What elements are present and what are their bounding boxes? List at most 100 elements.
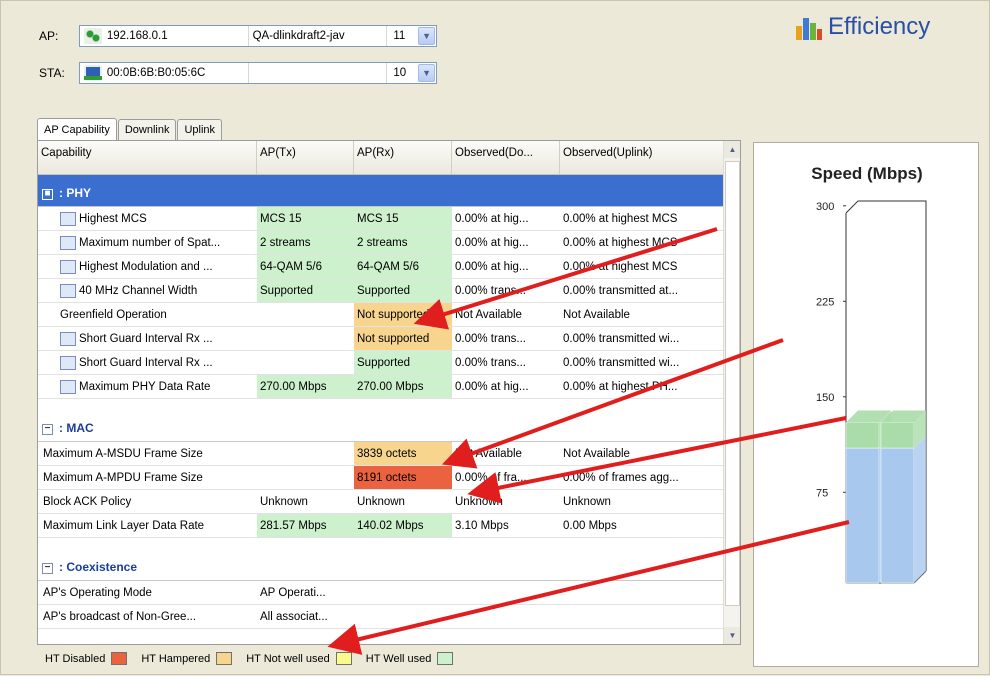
ap-rx-cell: 270.00 Mbps <box>354 375 452 398</box>
table-row[interactable]: Maximum PHY Data Rate 270.00 Mbps 270.00… <box>38 375 724 399</box>
table-row[interactable]: Block ACK Policy Unknown Unknown Unknown… <box>38 490 724 514</box>
collapse-icon[interactable]: ■ <box>42 189 53 200</box>
capability-name: Greenfield Operation <box>60 308 167 321</box>
table-row[interactable]: AP's broadcast of Non-Gree... All associ… <box>38 605 724 629</box>
table-row[interactable]: Maximum Link Layer Data Rate 281.57 Mbps… <box>38 514 724 538</box>
observed-up-cell: 0.00% transmitted wi... <box>563 332 680 345</box>
capability-name: Maximum PHY Data Rate <box>79 380 211 393</box>
y-tick-label: 75 <box>816 487 828 499</box>
ap-tx-cell: MCS 15 <box>257 207 354 230</box>
table-row[interactable]: 40 MHz Channel Width Supported Supported… <box>38 279 724 303</box>
observed-up-cell: 0.00% at highest MCS <box>563 260 678 273</box>
tab-uplink[interactable]: Uplink <box>177 119 223 140</box>
ap-rx-cell: Supported <box>354 351 452 374</box>
col-observed-up[interactable]: Observed(Uplink) <box>560 141 724 174</box>
observed-down-cell <box>452 581 560 604</box>
ap-tx-cell <box>257 303 354 326</box>
ap-combo[interactable]: 192.168.0.1 QA-dlinkdraft2-jav 11 ▼ <box>79 25 437 47</box>
observed-up-cell <box>560 581 724 604</box>
table-row[interactable]: Highest MCS MCS 15 MCS 15 0.00% at hig..… <box>38 207 724 231</box>
capability-cell: Highest MCS <box>38 207 257 230</box>
legend-label: HT Hampered <box>141 652 211 665</box>
observed-down-cell: 0.00% at hig... <box>455 212 529 225</box>
vertical-scrollbar[interactable]: ▲ ▼ <box>723 141 740 644</box>
ap-tx-cell: AP Operati... <box>260 586 326 599</box>
ap-tx-cell <box>257 466 354 489</box>
y-tick-label: 225 <box>816 296 834 308</box>
collapse-icon[interactable]: − <box>42 563 53 574</box>
capability-name: Maximum A-MSDU Frame Size <box>43 447 203 460</box>
ap-rx-cell: 8191 octets <box>354 466 452 489</box>
table-row[interactable]: Maximum A-MPDU Frame Size 8191 octets 0.… <box>38 466 724 490</box>
table-row[interactable]: Short Guard Interval Rx ... Not supporte… <box>38 327 724 351</box>
table-row[interactable]: Highest Modulation and ... 64-QAM 5/6 64… <box>38 255 724 279</box>
legend-item: HT Hampered <box>141 652 233 665</box>
observed-up-cell: 0.00% at highest MCS <box>563 212 678 225</box>
ap-rx-cell <box>354 581 452 604</box>
collapse-icon[interactable]: − <box>42 424 53 435</box>
table-row[interactable]: Short Guard Interval Rx ... Supported 0.… <box>38 351 724 375</box>
capability-cell: Greenfield Operation <box>38 303 257 326</box>
ap-rx-cell: 2 streams <box>354 231 452 254</box>
table-row[interactable]: Greenfield Operation Not supported Not A… <box>38 303 724 327</box>
bar-segment <box>880 422 915 449</box>
table-row[interactable]: Maximum number of Spat... 2 streams 2 st… <box>38 231 724 255</box>
bar-segment <box>880 447 915 584</box>
tab-downlink[interactable]: Downlink <box>117 119 177 140</box>
legend-label: HT Not well used <box>246 652 330 665</box>
capability-cell: Maximum Link Layer Data Rate <box>38 514 257 537</box>
sta-label: STA: <box>39 66 65 80</box>
observed-up-cell: 0.00% transmitted wi... <box>563 356 680 369</box>
section-coex[interactable]: − : Coexistence <box>38 548 724 581</box>
section-title: : MAC <box>59 421 94 435</box>
observed-down-cell: 0.00% of fra... <box>455 471 527 484</box>
capability-name: Short Guard Interval Rx ... <box>79 332 213 345</box>
section-title: : Coexistence <box>59 560 138 574</box>
chart-icon <box>60 211 76 226</box>
capability-table: Capability AP(Tx) AP(Rx) Observed(Do... … <box>37 140 741 645</box>
bar-segment <box>845 422 880 449</box>
capability-cell: Short Guard Interval Rx ... <box>38 351 257 374</box>
ap-tx-cell: All associat... <box>260 610 328 623</box>
observed-down-cell: 0.00% trans... <box>455 356 526 369</box>
bar-chart-icon <box>796 14 822 40</box>
chevron-down-icon[interactable]: ▼ <box>418 27 435 45</box>
capability-cell: AP's broadcast of Non-Gree... <box>38 605 257 628</box>
section-phy[interactable]: ■ : PHY <box>38 175 724 207</box>
chart-icon <box>60 235 76 250</box>
chevron-down-icon[interactable]: ▼ <box>418 64 435 82</box>
capability-cell: Highest Modulation and ... <box>38 255 257 278</box>
tab-bar: AP Capability Downlink Uplink <box>37 118 223 140</box>
capability-name: Maximum A-MPDU Frame Size <box>43 471 203 484</box>
computer-icon <box>84 65 102 81</box>
observed-down-cell: Not Available <box>455 447 522 460</box>
table-row[interactable]: Maximum A-MSDU Frame Size 3839 octets No… <box>38 442 724 466</box>
sta-combo[interactable]: 00:0B:6B:B0:05:6C 10 ▼ <box>79 62 437 84</box>
capability-name: AP's broadcast of Non-Gree... <box>43 610 197 623</box>
ap-tx-cell: 270.00 Mbps <box>257 375 354 398</box>
capability-cell: 40 MHz Channel Width <box>38 279 257 302</box>
ap-tx-cell: Supported <box>257 279 354 302</box>
observed-up-cell: 0.00 Mbps <box>563 519 617 532</box>
bar-side <box>914 436 926 583</box>
col-capability[interactable]: Capability <box>38 141 257 174</box>
capability-name: Short Guard Interval Rx ... <box>79 356 213 369</box>
section-mac[interactable]: − : MAC <box>38 409 724 442</box>
table-row[interactable]: AP's Operating Mode AP Operati... <box>38 581 724 605</box>
observed-down-cell: 0.00% at hig... <box>455 260 529 273</box>
tab-ap-capability[interactable]: AP Capability <box>37 118 117 140</box>
col-ap-rx[interactable]: AP(Rx) <box>354 141 452 174</box>
speed-chart: Speed (Mbps) 75 150 225 300 <box>753 142 979 667</box>
ap-rx-cell: Not supported <box>354 303 452 326</box>
legend-swatch <box>216 652 233 665</box>
col-ap-tx[interactable]: AP(Tx) <box>257 141 354 174</box>
scroll-thumb[interactable] <box>725 161 740 606</box>
ap-rx-cell: 3839 octets <box>354 442 452 465</box>
scroll-down-icon[interactable]: ▼ <box>724 627 740 644</box>
legend-label: HT Well used <box>365 652 432 665</box>
ap-tx-cell: 64-QAM 5/6 <box>257 255 354 278</box>
capability-cell: Maximum number of Spat... <box>38 231 257 254</box>
col-observed-down[interactable]: Observed(Do... <box>452 141 560 174</box>
scroll-up-icon[interactable]: ▲ <box>724 141 740 158</box>
observed-up-cell: 0.00% transmitted at... <box>563 284 679 297</box>
